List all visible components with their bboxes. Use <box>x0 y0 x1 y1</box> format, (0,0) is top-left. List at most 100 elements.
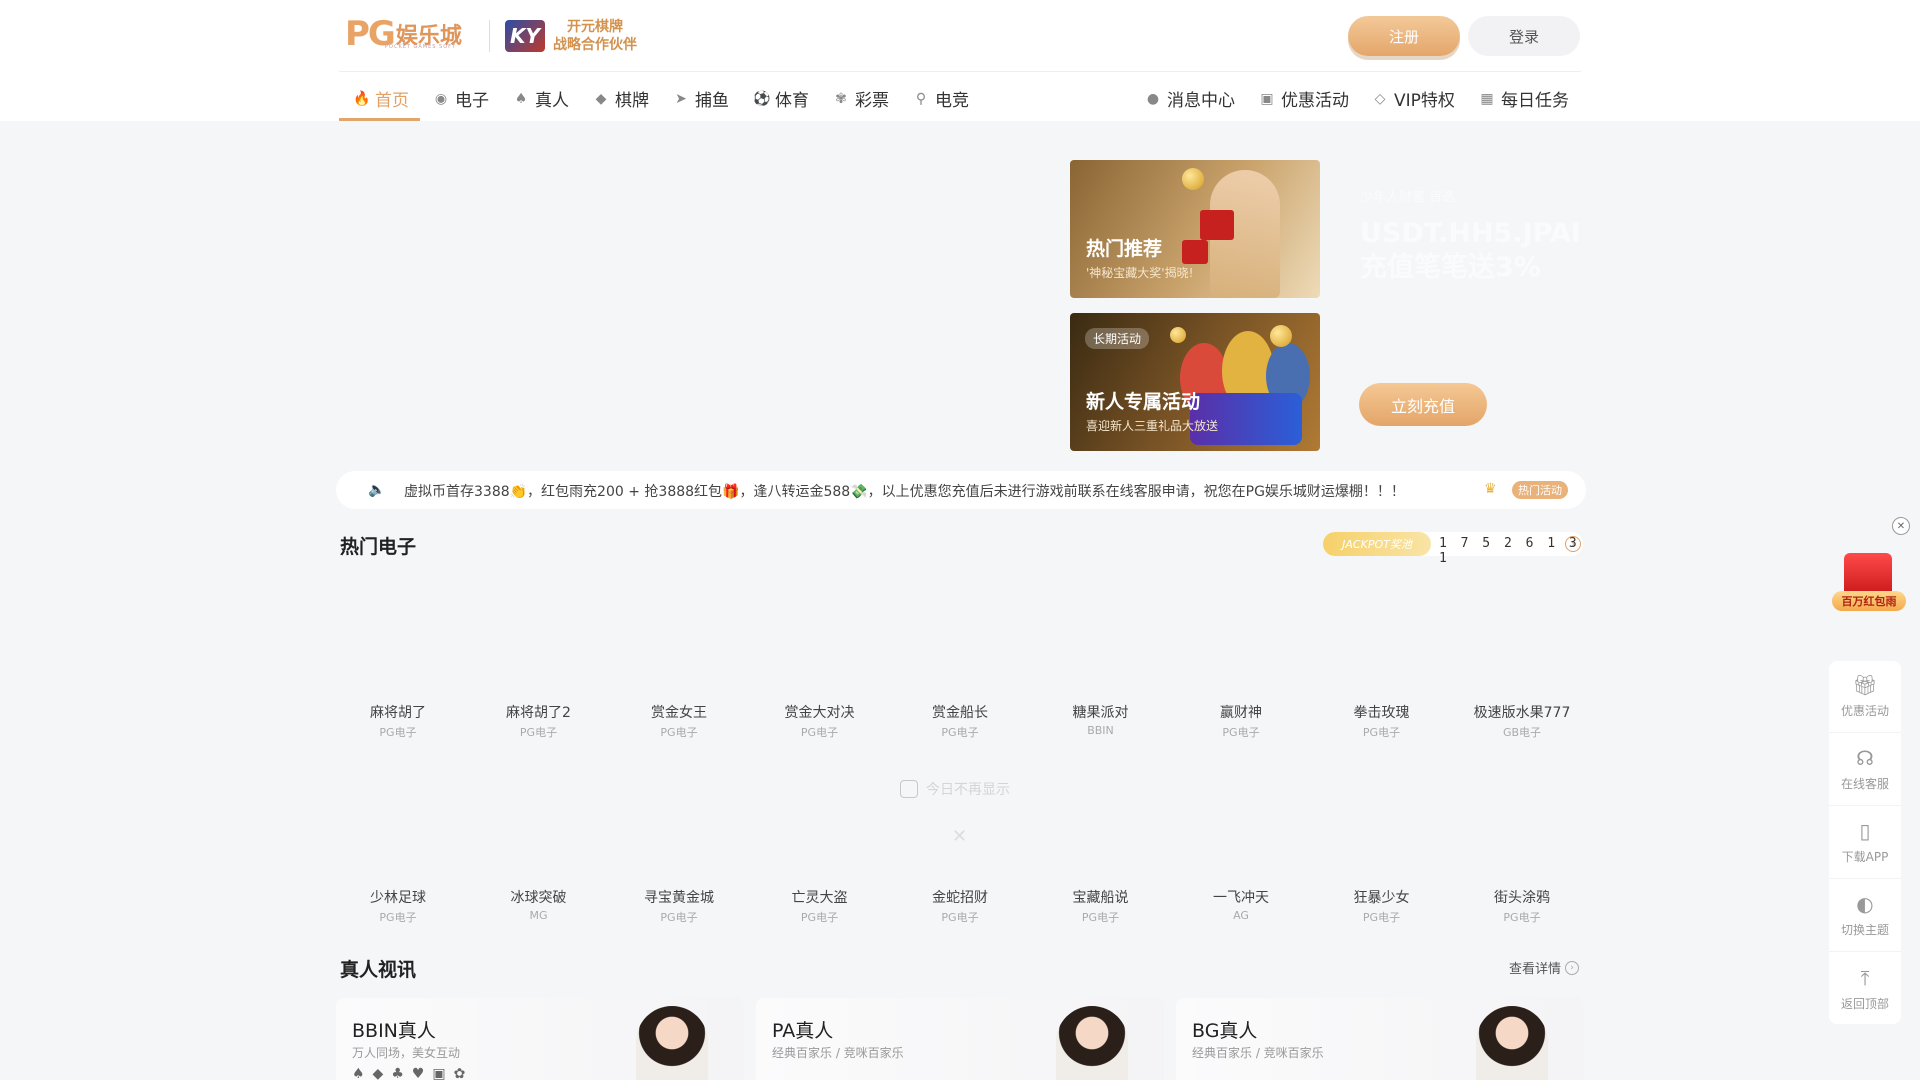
promo-small-text: 少年人财富 首选 <box>1360 190 1456 205</box>
game-name: 亡灵大盗 <box>791 890 848 906</box>
game-tile[interactable]: 宝藏船说 PG电子 <box>1041 887 1161 925</box>
game-provider: AG <box>1233 909 1249 922</box>
game-name: 拳击玫瑰 <box>1353 705 1410 721</box>
chevron-right-icon[interactable]: › <box>1565 536 1581 552</box>
game-tile[interactable]: 麻将胡了2 PG电子 <box>479 702 599 740</box>
dealer-image <box>636 1006 708 1080</box>
floating-sidebar: 🎁︎ 优惠活动 ☊ 在线客服 ▯ 下载APP ◐ 切换主题 ⤒ 返回顶部 <box>1829 661 1901 1024</box>
live-card-bg[interactable]: BG真人 经典百家乐 / 竞咪百家乐 <box>1176 998 1584 1080</box>
chevron-right-icon: › <box>1565 960 1580 975</box>
sidebar-item-support[interactable]: ☊ 在线客服 <box>1829 734 1901 806</box>
game-tile[interactable]: 金蛇招财 PG电子 <box>900 887 1020 925</box>
game-tile[interactable]: 糖果派对 BBIN <box>1041 702 1161 737</box>
game-name: 糖果派对 <box>1072 705 1129 721</box>
red-packet-rain-widget[interactable]: 百万红包雨 <box>1822 553 1916 623</box>
game-provider: PG电子 <box>660 726 698 739</box>
dealer-image <box>1056 1006 1128 1080</box>
main-nav: 🔥 首页 ◉ 电子 ♠ 真人 ◆ 棋牌 ➤ 捕鱼 ⚽ 体育 ✾ 彩票 ⚲ 电竞 … <box>339 76 1581 121</box>
game-tile[interactable]: 赢财神 PG电子 <box>1181 702 1301 740</box>
game-tile[interactable]: 少林足球 PG电子 <box>338 887 458 925</box>
sidebar-item-promotions[interactable]: 🎁︎ 优惠活动 <box>1829 661 1901 733</box>
game-tile[interactable]: 赏金船长 PG电子 <box>900 702 1020 740</box>
game-name: 一飞冲天 <box>1213 890 1269 906</box>
live-card-bbin[interactable]: BBIN真人 万人同场，美女互动 ♠◆♣♥▣✿ <box>336 998 744 1080</box>
banner-card-subtitle: '神秘宝藏大奖'揭晓! <box>1086 266 1194 280</box>
lottery-icon: ✾ <box>835 90 847 107</box>
logo-sub-text: POCKET GAMES SOFT <box>385 44 457 50</box>
banner-card-newbie[interactable]: 长期活动 新人专属活动 喜迎新人三重礼品大放送 <box>1070 313 1320 451</box>
pg-logo[interactable]: PG 娱乐城 POCKET GAMES SOFT <box>345 14 462 54</box>
game-tile[interactable]: 亡灵大盗 PG电子 <box>760 887 880 925</box>
banner-card-hot[interactable]: 热门推荐 '神秘宝藏大奖'揭晓! <box>1070 160 1320 298</box>
live-card-subtitle: 经典百家乐 / 竞咪百家乐 <box>1192 1046 1324 1060</box>
register-button[interactable]: 注册 <box>1348 16 1460 56</box>
game-tile[interactable]: 狂暴少女 PG电子 <box>1322 887 1442 925</box>
calendar-icon: ▦ <box>1480 90 1494 107</box>
nav-item-label: 真人 <box>535 91 569 111</box>
crown-icon: ♛ <box>1484 481 1497 497</box>
recharge-button[interactable]: 立刻充值 <box>1359 383 1487 426</box>
live-card-subtitle: 万人同场，美女互动 <box>352 1046 461 1060</box>
ky-logo: KY <box>505 20 545 52</box>
jackpot-bar[interactable]: JACKPOT奖池 1 7 5 2 6 1 3 1 › <box>1323 532 1583 566</box>
header-inner: PG 娱乐城 POCKET GAMES SOFT KY 开元棋牌 战略合作伙伴 … <box>339 0 1581 121</box>
promo-line-1: USDT.HH5.JPAI <box>1360 218 1581 249</box>
game-name: 金蛇招财 <box>932 890 988 906</box>
nav-item-label: 每日任务 <box>1501 91 1569 111</box>
live-card-subtitle: 经典百家乐 / 竞咪百家乐 <box>772 1046 904 1060</box>
game-provider: PG电子 <box>800 726 839 739</box>
nav-item-vip[interactable]: ◇ VIP特权 <box>1372 76 1455 121</box>
nav-item-fishing[interactable]: ➤ 捕鱼 <box>673 76 729 121</box>
sidebar-item-theme[interactable]: ◐ 切换主题 <box>1829 880 1901 952</box>
game-provider: PG电子 <box>1222 726 1260 739</box>
diamond-icon: ◆ <box>595 90 607 107</box>
sidebar-item-back-to-top[interactable]: ⤒ 返回顶部 <box>1829 953 1901 1025</box>
nav-item-messages[interactable]: ● 消息中心 <box>1145 76 1235 121</box>
hot-activity-badge[interactable]: 热门活动 <box>1512 481 1568 499</box>
game-provider: PG电子 <box>1362 911 1401 924</box>
game-tile[interactable]: 寻宝黄金城 PG电子 <box>619 887 739 925</box>
live-card-pa[interactable]: PA真人 经典百家乐 / 竞咪百家乐 <box>756 998 1164 1080</box>
game-tile[interactable]: 赏金大对决 PG电子 <box>760 702 880 740</box>
close-icon[interactable]: ✕ <box>1892 517 1910 535</box>
nav-item-label: 彩票 <box>855 91 889 111</box>
sidebar-item-label: 下载APP <box>1841 850 1889 864</box>
banner-card-title: 新人专属活动 <box>1086 391 1201 413</box>
game-tile[interactable]: 拳击玫瑰 PG电子 <box>1322 702 1442 740</box>
nav-item-daily-tasks[interactable]: ▦ 每日任务 <box>1479 76 1569 121</box>
login-button[interactable]: 登录 <box>1468 16 1580 56</box>
partner-line-1: 开元棋牌 <box>567 19 623 35</box>
nav-item-esports[interactable]: ⚲ 电竞 <box>913 76 969 121</box>
game-tile[interactable]: 麻将胡了 PG电子 <box>338 702 458 740</box>
nav-item-lottery[interactable]: ✾ 彩票 <box>833 76 889 121</box>
game-provider: PG电子 <box>1362 726 1401 739</box>
game-provider: PG电子 <box>1081 911 1120 924</box>
game-tile[interactable]: 冰球突破 MG <box>479 887 599 922</box>
flame-icon: 🔥 <box>353 90 371 107</box>
game-name: 宝藏船说 <box>1072 890 1129 906</box>
game-tile[interactable]: 极速版水果777 GB电子 <box>1462 702 1582 740</box>
cards-icon: ♠ <box>514 90 528 107</box>
view-detail-link[interactable]: 查看详情 › <box>1509 958 1580 977</box>
game-tile[interactable]: 一飞冲天 AG <box>1181 887 1301 922</box>
game-name: 赏金女王 <box>651 705 707 721</box>
live-casino-title: 真人视讯 <box>340 959 417 981</box>
sidebar-item-download[interactable]: ▯ 下载APP <box>1829 807 1901 879</box>
nav-item-chess[interactable]: ◆ 棋牌 <box>593 76 649 121</box>
close-icon[interactable]: ✕ <box>952 826 967 847</box>
nav-item-promotions[interactable]: ▣ 优惠活动 <box>1259 76 1349 121</box>
gift-icon: ▣ <box>1260 90 1274 107</box>
nav-item-live[interactable]: ♠ 真人 <box>513 76 569 121</box>
fish-icon: ➤ <box>675 90 687 107</box>
game-name: 麻将胡了2 <box>506 705 571 721</box>
game-tile[interactable]: 街头涂鸦 PG电子 <box>1462 887 1582 925</box>
nav-item-sports[interactable]: ⚽ 体育 <box>753 76 809 121</box>
game-tile[interactable]: 赏金女王 PG电子 <box>619 702 739 740</box>
nav-item-home[interactable]: 🔥 首页 <box>353 76 409 121</box>
dont-show-today[interactable]: 今日不再显示 <box>900 779 1010 799</box>
jackpot-value: 1 7 5 2 6 1 3 1 <box>1439 536 1580 566</box>
nav-item-label: 棋牌 <box>615 91 649 111</box>
nav-item-label: 首页 <box>375 91 409 111</box>
nav-item-slots[interactable]: ◉ 电子 <box>433 76 489 121</box>
dont-show-checkbox[interactable] <box>900 780 918 798</box>
